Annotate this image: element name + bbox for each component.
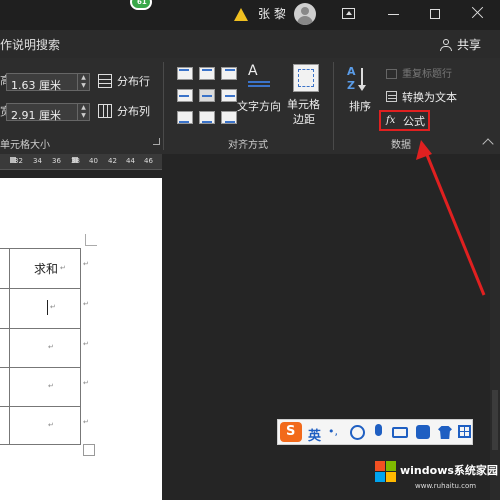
shirt-icon[interactable] <box>438 426 452 439</box>
windows-logo-icon <box>375 461 397 483</box>
ruler-tick: 46 <box>144 157 153 165</box>
horizontal-ruler[interactable]: 32 34 36 38 40 42 44 46 <box>0 154 162 170</box>
table-row: ↵ <box>0 328 81 368</box>
table-row: ↵ <box>0 406 81 445</box>
document-table[interactable]: 求和 ↵ ↵ ↵ ↵ ↵ <box>0 248 81 445</box>
emoji-icon[interactable] <box>350 425 365 440</box>
margin-corner <box>85 234 97 246</box>
watermark-url: www.ruhaitu.com <box>415 482 477 490</box>
skin-icon[interactable] <box>416 425 430 439</box>
row-end-mark: ↵ <box>83 260 89 268</box>
table-cell[interactable]: ↵ <box>9 367 81 407</box>
table-cell[interactable] <box>0 248 10 289</box>
keyboard-icon[interactable] <box>392 427 408 438</box>
punctuation-icon[interactable]: •, <box>328 425 338 438</box>
ruler-tick: 38 <box>71 157 80 165</box>
cell-end-mark: ↵ <box>60 264 66 272</box>
ime-language-toggle[interactable]: 英 <box>308 425 321 444</box>
ruler-tick: 32 <box>14 157 23 165</box>
table-row: 求和 ↵ <box>0 248 81 289</box>
site-watermark: windows系统家园 www.ruhaitu.com <box>375 456 498 496</box>
table-cell[interactable] <box>0 328 10 368</box>
grid-icon[interactable] <box>458 425 471 438</box>
table-cell[interactable] <box>0 288 10 329</box>
table-row: ↵ <box>0 288 81 329</box>
sogou-ime-toolbar[interactable]: S 英 •, <box>277 419 473 445</box>
document-page[interactable]: 求和 ↵ ↵ ↵ ↵ ↵ ↵ ↵ ↵ ↵ ↵ <box>0 178 162 500</box>
table-cell[interactable]: ↵ <box>9 406 81 445</box>
watermark-brand: windows系统家园 <box>400 464 498 477</box>
sum-header-cell: 求和 <box>34 262 59 276</box>
mic-icon[interactable] <box>375 424 382 436</box>
sogou-logo-icon[interactable]: S <box>280 422 302 442</box>
table-cell[interactable] <box>0 367 10 407</box>
cell-end-mark: ↵ <box>48 421 54 429</box>
table-cell[interactable]: ↵ <box>9 328 81 368</box>
vertical-scrollbar[interactable] <box>490 170 500 500</box>
ruler-tick: 42 <box>108 157 117 165</box>
cell-end-mark: ↵ <box>48 343 54 351</box>
table-cell[interactable]: 求和 ↵ <box>9 248 81 289</box>
text-cursor <box>47 300 48 315</box>
ruler-tick: 40 <box>89 157 98 165</box>
table-cell-active[interactable]: ↵ <box>9 288 81 329</box>
ruler-tick: 36 <box>52 157 61 165</box>
table-resize-handle[interactable] <box>83 444 95 456</box>
row-end-mark: ↵ <box>83 418 89 426</box>
cell-end-mark: ↵ <box>48 382 54 390</box>
cell-end-mark: ↵ <box>50 303 56 311</box>
scrollbar-thumb[interactable] <box>492 390 498 450</box>
row-end-mark: ↵ <box>83 340 89 348</box>
ruler-tick: 44 <box>126 157 135 165</box>
table-cell[interactable] <box>0 406 10 445</box>
ruler-tick: 34 <box>33 157 42 165</box>
row-end-mark: ↵ <box>83 300 89 308</box>
table-row: ↵ <box>0 367 81 407</box>
row-end-mark: ↵ <box>83 379 89 387</box>
